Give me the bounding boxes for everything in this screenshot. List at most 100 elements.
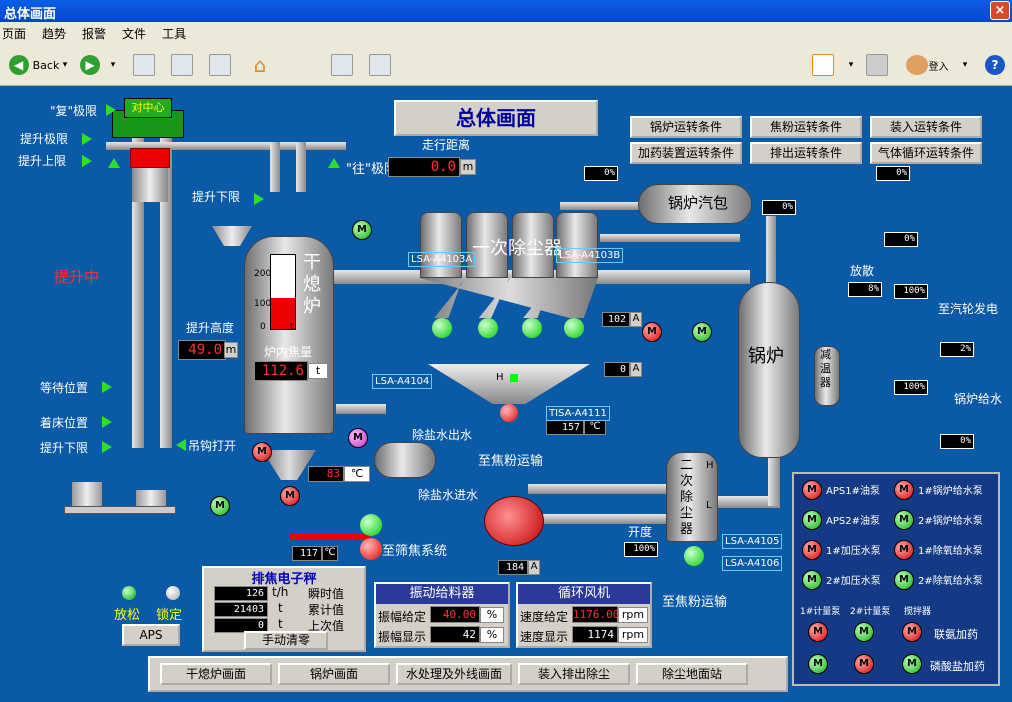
discharge-run-condition-button[interactable]: 排出运转条件 bbox=[750, 142, 862, 164]
legend-phosphate-pump-1[interactable]: M bbox=[808, 654, 828, 674]
nav-dust-station[interactable]: 除尘地面站 bbox=[636, 663, 748, 685]
menu-tools[interactable]: 工具 bbox=[160, 25, 194, 42]
amp-102-unit: A bbox=[630, 312, 642, 327]
valve-pct-7: 2% bbox=[940, 342, 974, 357]
trend-chart-icon[interactable] bbox=[330, 53, 354, 77]
lift-lower-small-label: 提升下限 bbox=[192, 190, 241, 204]
vibro-setpoint-value[interactable]: 40.00 bbox=[430, 606, 480, 623]
coke-tank-car-2 bbox=[136, 490, 166, 506]
legend-ammonia-pump-1[interactable]: M bbox=[808, 622, 828, 642]
gas-circulation-condition-button[interactable]: 气体循环运转条件 bbox=[870, 142, 982, 164]
circulating-fan[interactable] bbox=[484, 496, 544, 546]
legend-deaerator-pump-1: 1#除氧给水泵 bbox=[918, 546, 983, 557]
back-dropdown-icon[interactable]: ▾ bbox=[60, 53, 70, 77]
chart-dropdown-icon[interactable]: ▾ bbox=[846, 53, 856, 77]
powder-valve[interactable] bbox=[500, 404, 518, 422]
legend-ammonia-stirrer[interactable]: M bbox=[902, 622, 922, 642]
dosing-run-condition-button[interactable]: 加药装置运转条件 bbox=[630, 142, 742, 164]
secondary-dust-valve[interactable] bbox=[684, 546, 704, 566]
amp-0-value: 0 bbox=[604, 362, 630, 377]
home-icon[interactable]: ⌂ bbox=[248, 53, 272, 77]
powder-run-condition-button[interactable]: 焦粉运转条件 bbox=[750, 116, 862, 138]
valve-furnace-inlet[interactable] bbox=[360, 248, 384, 264]
boiler-run-condition-button[interactable]: 锅炉运转条件 bbox=[630, 116, 742, 138]
user-dropdown-icon[interactable]: ▾ bbox=[960, 53, 970, 77]
charge-run-condition-button[interactable]: 装入运转条件 bbox=[870, 116, 982, 138]
previous-page-icon[interactable] bbox=[170, 53, 194, 77]
valve-fan-opening[interactable] bbox=[592, 542, 616, 558]
forward-button[interactable]: ▶ bbox=[78, 53, 102, 77]
opening-label: 开度 bbox=[628, 525, 653, 539]
dust-valve-1[interactable] bbox=[432, 318, 452, 338]
temp-117-unit: ℃ bbox=[322, 546, 338, 561]
menu-file[interactable]: 文件 bbox=[120, 25, 154, 42]
legend-phosphate-stirrer[interactable]: M bbox=[902, 654, 922, 674]
vibro-setpoint-label: 振幅给定 bbox=[378, 610, 427, 624]
close-button[interactable]: × bbox=[990, 1, 1010, 20]
legend-metering-pump-1: 1#计量泵 bbox=[800, 607, 841, 617]
aps-button[interactable]: APS bbox=[122, 624, 180, 646]
motor-powder-2[interactable]: M bbox=[692, 322, 712, 342]
legend-phosphate-label: 磷酸盐加药 bbox=[930, 660, 985, 673]
lifting-status: 提升中 bbox=[54, 268, 100, 286]
valve-turbine[interactable] bbox=[894, 308, 920, 324]
fan-setpoint-value[interactable]: 1176.00 bbox=[572, 606, 619, 623]
vibro-display-unit: % bbox=[480, 627, 504, 643]
valve-turbine-bypass[interactable] bbox=[894, 340, 920, 356]
menu-alarm[interactable]: 报警 bbox=[80, 25, 114, 42]
forward-arrow-icon: ▶ bbox=[80, 55, 100, 75]
fu-limit-marker bbox=[108, 158, 120, 168]
nav-dry-quench[interactable]: 干熄炉画面 bbox=[160, 663, 272, 685]
primary-dust-cones bbox=[420, 278, 598, 318]
coke-tank-car-1 bbox=[72, 482, 102, 506]
legend-aps1-oil-pump: APS1#油泵 bbox=[826, 486, 880, 497]
valve-hopper[interactable] bbox=[190, 250, 206, 266]
motor-furnace-bottom-1[interactable]: M bbox=[252, 442, 272, 462]
gauge-tick-0: 0 bbox=[260, 322, 266, 332]
motor-furnace-top[interactable]: M bbox=[352, 220, 372, 240]
login-button[interactable]: 登入 bbox=[904, 53, 950, 77]
next-page-icon[interactable] bbox=[208, 53, 232, 77]
valve-steam-1[interactable] bbox=[842, 182, 868, 198]
tag-lsa4105: LSA-A4105 bbox=[722, 534, 783, 549]
valve-pct-9: 0% bbox=[940, 434, 974, 449]
edit-report-icon[interactable] bbox=[368, 53, 392, 77]
help-icon[interactable]: ? bbox=[984, 53, 1006, 77]
nav-water-treatment[interactable]: 水处理及外线画面 bbox=[396, 663, 512, 685]
bar-chart-icon[interactable] bbox=[810, 53, 836, 77]
forward-dropdown-icon[interactable]: ▾ bbox=[108, 53, 118, 77]
dust-valve-2[interactable] bbox=[478, 318, 498, 338]
fu-limit-label: "复"极限 bbox=[50, 104, 98, 118]
menu-trend[interactable]: 趋势 bbox=[40, 25, 74, 42]
tag-lsa4103a: LSA-A4103A bbox=[408, 252, 476, 267]
valve-feed[interactable] bbox=[894, 402, 920, 418]
document-icon[interactable] bbox=[132, 53, 156, 77]
valve-travel[interactable] bbox=[468, 190, 490, 204]
legend-phosphate-pump-2[interactable]: M bbox=[854, 654, 874, 674]
motor-hook[interactable]: M bbox=[348, 428, 368, 448]
motor-powder-1[interactable]: M bbox=[642, 322, 662, 342]
collector-h-indicator bbox=[510, 374, 518, 382]
printer-icon[interactable] bbox=[864, 53, 890, 77]
motor-vibro[interactable]: M bbox=[210, 496, 230, 516]
amp-184-unit: A bbox=[528, 560, 540, 575]
valve-steam-2[interactable] bbox=[842, 212, 868, 228]
screen-indicator-green bbox=[360, 514, 382, 536]
fan-outlet-pipe bbox=[528, 484, 678, 494]
legend-ammonia-pump-2[interactable]: M bbox=[854, 622, 874, 642]
blowdown-label: 放散 bbox=[850, 264, 875, 278]
nav-charge-discharge[interactable]: 装入排出除尘 bbox=[518, 663, 630, 685]
legend-motor-deaerator-1: M bbox=[894, 540, 914, 560]
valve-feed-bypass[interactable] bbox=[894, 434, 920, 450]
boiler bbox=[738, 282, 800, 458]
toolbar: ◀ Back ▾ ▶ ▾ ⌂ ▾ 登入 ▾ ? bbox=[0, 44, 1012, 86]
nav-boiler[interactable]: 锅炉画面 bbox=[278, 663, 390, 685]
back-button[interactable]: ◀ Back bbox=[2, 53, 66, 77]
menu-page[interactable]: 页面 bbox=[0, 25, 34, 42]
amp-184-value: 184 bbox=[498, 560, 528, 575]
manual-clear-button[interactable]: 手动清零 bbox=[244, 631, 328, 650]
motor-discharge[interactable]: M bbox=[280, 486, 300, 506]
dust-valve-4[interactable] bbox=[564, 318, 584, 338]
fan-return-pipe bbox=[528, 514, 678, 524]
dust-valve-3[interactable] bbox=[522, 318, 542, 338]
